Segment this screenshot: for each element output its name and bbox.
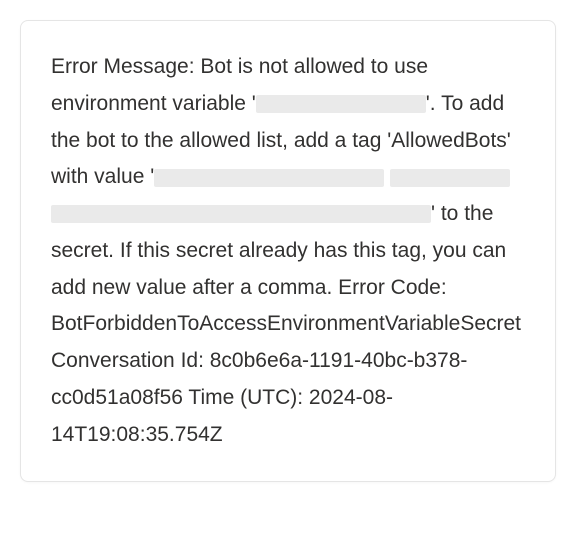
redacted-allowedbots-value-part-1 — [154, 169, 384, 187]
redacted-env-variable-name — [256, 95, 426, 113]
redacted-allowedbots-value-part-3 — [51, 205, 431, 223]
error-message-text: Error Message: Bot is not allowed to use… — [51, 49, 525, 453]
redacted-allowedbots-value-part-2 — [390, 169, 510, 187]
error-text-part-3: ' to the secret. If this secret already … — [51, 202, 521, 446]
error-message-card: Error Message: Bot is not allowed to use… — [20, 20, 556, 482]
